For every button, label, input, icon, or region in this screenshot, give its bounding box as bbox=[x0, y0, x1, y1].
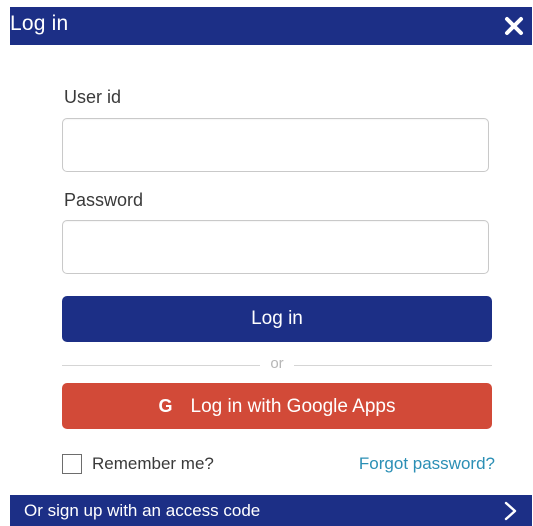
google-icon: G bbox=[158, 396, 173, 416]
password-label: Password bbox=[64, 190, 144, 210]
google-login-button[interactable]: G Log in with Google Apps bbox=[62, 383, 492, 429]
remember-me-label: Remember me? bbox=[92, 454, 214, 473]
divider-line-right bbox=[294, 365, 492, 366]
login-dialog: Log in User id Password Log in or G Log i… bbox=[0, 0, 533, 526]
remember-me[interactable]: Remember me? bbox=[62, 453, 214, 475]
password-input[interactable] bbox=[62, 220, 489, 274]
forgot-password-link[interactable]: Forgot password? bbox=[359, 454, 495, 474]
dialog-title: Log in bbox=[10, 12, 69, 35]
login-button[interactable]: Log in bbox=[62, 296, 492, 342]
signup-access-code-bar[interactable]: Or sign up with an access code bbox=[10, 495, 532, 526]
google-button-label: Log in with Google Apps bbox=[190, 396, 396, 417]
dialog-header: Log in bbox=[10, 7, 532, 45]
remember-me-checkbox[interactable] bbox=[62, 454, 82, 474]
user-id-label: User id bbox=[64, 87, 122, 107]
close-icon[interactable] bbox=[504, 16, 524, 36]
google-button-content: G Log in with Google Apps bbox=[62, 383, 492, 429]
or-divider: or bbox=[62, 355, 492, 373]
divider-text: or bbox=[270, 355, 284, 372]
chevron-right-icon bbox=[504, 501, 517, 521]
user-id-input[interactable] bbox=[62, 118, 489, 172]
signup-access-code-text: Or sign up with an access code bbox=[24, 501, 261, 520]
